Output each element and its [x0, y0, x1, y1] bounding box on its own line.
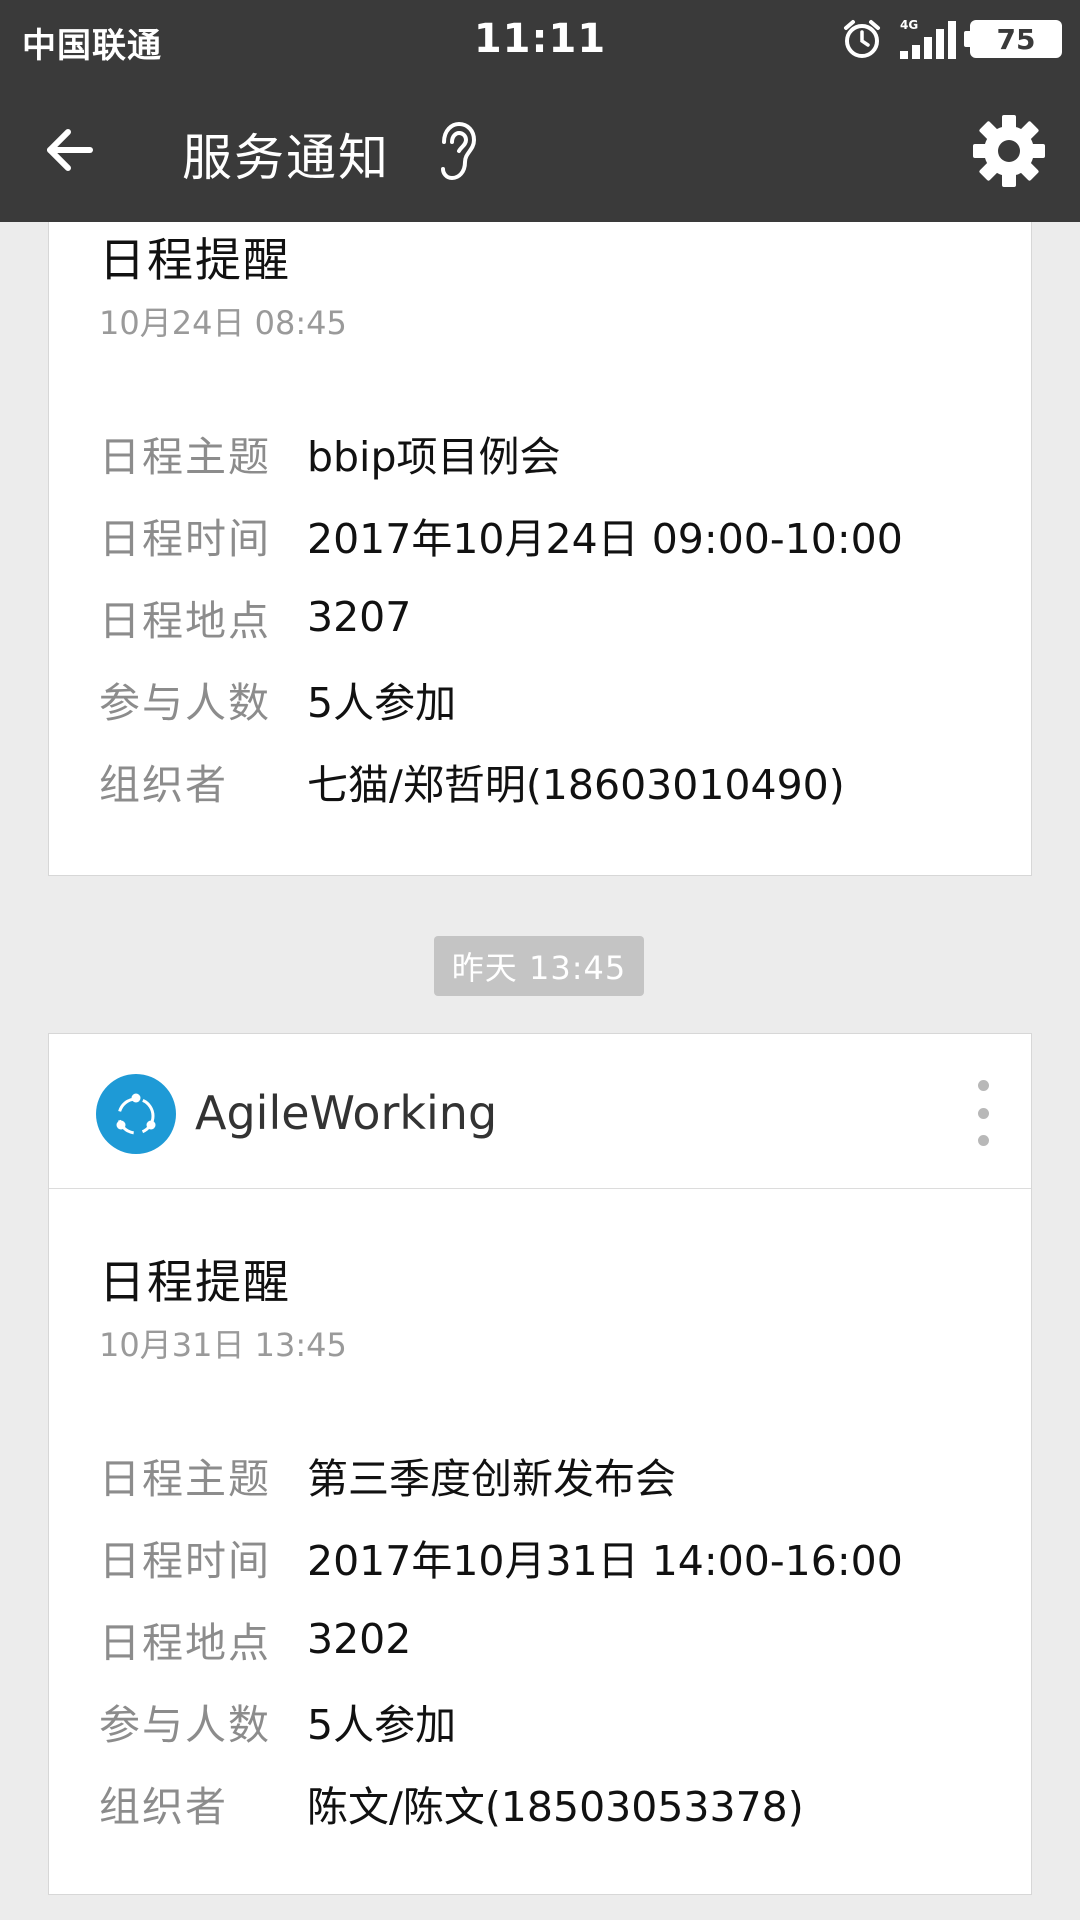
- detail-row-subject: 日程主题 第三季度创新发布会: [99, 1434, 1001, 1516]
- detail-row-location: 日程地点 3207: [99, 576, 1001, 658]
- signal-icon: 4G: [900, 18, 956, 59]
- detail-label: 参与人数: [99, 1701, 271, 1749]
- detail-label: 组织者: [99, 761, 228, 809]
- message-timestamp: 昨天 13:45: [434, 936, 644, 996]
- card-timestamp: 10月31日 13:45: [99, 1326, 347, 1364]
- card-title: 日程提醒: [99, 233, 291, 287]
- detail-value: 陈文/陈文(18503053378): [307, 1783, 804, 1831]
- gear-icon[interactable]: [972, 114, 1046, 188]
- detail-value: 第三季度创新发布会: [307, 1455, 676, 1503]
- detail-value: 5人参加: [307, 679, 457, 727]
- network-type-label: 4G: [900, 18, 918, 32]
- card-header: AgileWorking: [49, 1034, 1031, 1189]
- battery-level: 75: [996, 22, 1036, 56]
- sender-name[interactable]: AgileWorking: [195, 1086, 497, 1140]
- detail-label: 日程地点: [99, 1619, 271, 1667]
- detail-row-attendees: 参与人数 5人参加: [99, 1680, 1001, 1762]
- back-arrow-icon[interactable]: [40, 120, 100, 180]
- status-icons: 4G 75: [840, 14, 1062, 64]
- detail-label: 日程主题: [99, 433, 271, 481]
- detail-value: 七猫/郑哲明(18603010490): [307, 761, 845, 809]
- detail-label: 日程主题: [99, 1455, 271, 1503]
- ear-icon[interactable]: [432, 120, 482, 182]
- alarm-icon: [844, 20, 880, 58]
- detail-row-organizer: 组织者 陈文/陈文(18503053378): [99, 1762, 1001, 1844]
- detail-list: 日程主题 第三季度创新发布会 日程时间 2017年10月31日 14:00-16…: [99, 1434, 1001, 1844]
- detail-row-organizer: 组织者 七猫/郑哲明(18603010490): [99, 740, 1001, 822]
- detail-value: 5人参加: [307, 1701, 457, 1749]
- detail-row-subject: 日程主题 bbip项目例会: [99, 412, 1001, 494]
- detail-row-location: 日程地点 3202: [99, 1598, 1001, 1680]
- reminder-card[interactable]: AgileWorking 日程提醒 10月31日 13:45 日程主题 第三季度…: [48, 1033, 1032, 1895]
- page-title: 服务通知: [182, 129, 390, 187]
- detail-label: 组织者: [99, 1783, 228, 1831]
- card-title: 日程提醒: [99, 1255, 291, 1309]
- status-bar: 中国联通 11:11 4G 75: [0, 0, 1080, 80]
- detail-label: 参与人数: [99, 679, 271, 727]
- detail-value: 3207: [307, 593, 412, 641]
- detail-label: 日程时间: [99, 515, 271, 563]
- reminder-card[interactable]: 日程提醒 10月24日 08:45 日程主题 bbip项目例会 日程时间 201…: [48, 222, 1032, 876]
- detail-row-time: 日程时间 2017年10月31日 14:00-16:00: [99, 1516, 1001, 1598]
- detail-value: bbip项目例会: [307, 433, 561, 481]
- detail-row-attendees: 参与人数 5人参加: [99, 658, 1001, 740]
- detail-value: 2017年10月31日 14:00-16:00: [307, 1537, 903, 1585]
- more-vertical-icon[interactable]: [973, 1080, 993, 1146]
- app-bar: 服务通知: [0, 80, 1080, 222]
- detail-value: 2017年10月24日 09:00-10:00: [307, 515, 903, 563]
- card-timestamp: 10月24日 08:45: [99, 304, 347, 342]
- detail-label: 日程地点: [99, 597, 271, 645]
- detail-label: 日程时间: [99, 1537, 271, 1585]
- agileworking-logo-icon[interactable]: [96, 1074, 176, 1154]
- detail-list: 日程主题 bbip项目例会 日程时间 2017年10月24日 09:00-10:…: [99, 412, 1001, 822]
- detail-row-time: 日程时间 2017年10月24日 09:00-10:00: [99, 494, 1001, 576]
- detail-value: 3202: [307, 1615, 412, 1663]
- battery-icon: 75: [964, 20, 1062, 58]
